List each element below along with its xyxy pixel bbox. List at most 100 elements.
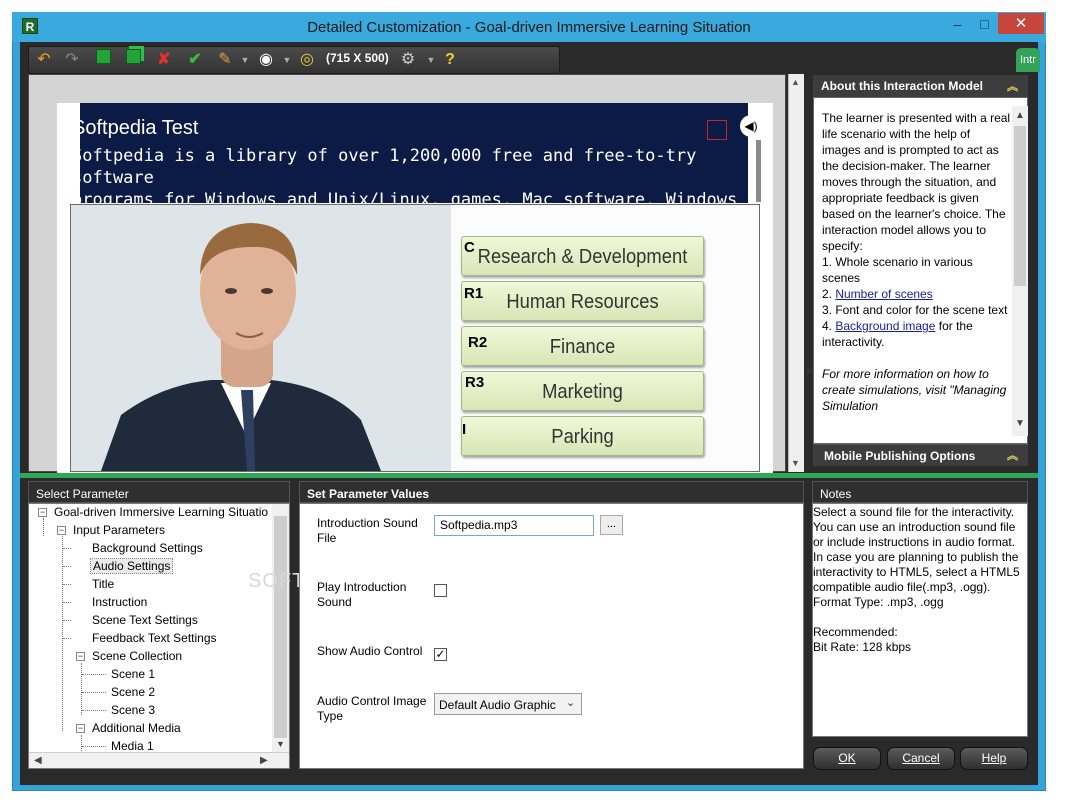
minimize-button[interactable]: – [944,14,971,34]
scene-photo [71,205,451,471]
tree-line [82,710,106,711]
tree-node-scene[interactable]: Scene 2 [111,685,155,699]
choice-tag: R1 [464,285,484,302]
settings-gear-icon[interactable]: ⚙ [397,49,419,71]
notes-recommended: Recommended: [813,625,898,639]
preview-scrollbar[interactable] [788,74,804,472]
play-intro-label: Play Introduction Sound [317,580,407,609]
scroll-down-icon[interactable]: ▼ [276,739,285,749]
about-panel-header[interactable]: About this Interaction Model [813,75,1028,97]
stage-dimensions: (715 X 500) [326,51,389,65]
number-of-scenes-link[interactable]: Number of scenes [835,287,932,301]
chevron-down-icon[interactable]: ⌄ [566,696,575,709]
scroll-right-icon[interactable]: ▶ [260,755,268,766]
cancel-button[interactable]: Cancel [887,747,955,770]
ok-button[interactable]: OK [813,747,881,770]
about-item: 3. Font and color for the scene text [822,303,1008,317]
collapse-node-icon[interactable]: − [76,652,85,661]
tree-node-scene-collection[interactable]: Scene Collection [92,649,182,663]
tree-line [63,566,71,567]
collapse-node-icon[interactable]: − [57,526,66,535]
tree-node-scene[interactable]: Scene 3 [111,703,155,717]
splitter-bar[interactable] [20,473,1038,478]
browse-button[interactable]: ... [600,515,623,535]
tree-line [81,663,82,715]
tree-node-title[interactable]: Title [92,577,114,591]
intro-side-tab[interactable]: Intr [1016,48,1040,72]
play-intro-checkbox[interactable] [434,584,447,597]
about-item-prefix: 2. [822,287,836,301]
close-button[interactable]: ✕ [998,13,1044,34]
spellcheck-icon[interactable]: ✔ [184,49,206,71]
tree-node-audio-settings[interactable]: Audio Settings [90,558,174,574]
collapse-up-icon[interactable]: ︽ [1007,447,1018,463]
choice-label: Marketing [542,381,623,403]
choice-parking[interactable]: Parking [461,416,704,456]
slide-text-scrollbar[interactable] [756,140,761,202]
preview-dropdown-icon[interactable]: ▼ [276,49,298,71]
redo-icon[interactable]: ↷ [61,49,83,71]
audio-image-type-select[interactable]: Default Audio Graphic [434,693,582,715]
show-audio-label: Show Audio Control [317,644,423,658]
set-parameter-values-header: Set Parameter Values [299,481,804,503]
scroll-down-icon[interactable]: ▼ [791,458,800,468]
help-icon[interactable]: ? [439,49,461,71]
about-scroll-thumb[interactable] [1014,126,1026,286]
scroll-up-icon[interactable]: ▲ [791,77,800,87]
palette-icon[interactable]: ✎ [214,49,236,71]
collapse-node-icon[interactable]: − [76,724,85,733]
about-scrollbar[interactable] [1012,106,1028,436]
intro-sound-label: Introduction Sound File [317,516,418,545]
delete-icon[interactable]: ✘ [153,49,175,71]
tree-vertical-scrollbar[interactable] [272,504,289,752]
scroll-left-icon[interactable]: ◀ [34,755,42,766]
choice-research-development[interactable]: Research & Development [461,236,704,276]
resize-target-icon[interactable]: ◎ [296,49,318,71]
background-image-link[interactable]: Background image [835,319,935,333]
speaker-icon[interactable]: ◀) [740,115,762,137]
show-audio-checkbox[interactable]: ✓ [434,648,447,661]
tree-line [63,638,71,639]
choice-label: Human Resources [506,291,659,313]
tree-node-background-settings[interactable]: Background Settings [92,541,203,555]
tree-line [82,674,106,675]
about-item: 4. Background image for the interactivit… [822,318,1012,350]
tree-line [82,692,106,693]
choice-human-resources[interactable]: Human Resources [461,281,704,321]
save-all-icon[interactable] [122,49,144,71]
notes-text: Select a sound file for the interactivit… [813,505,1027,655]
tree-node-feedback-text-settings[interactable]: Feedback Text Settings [92,631,217,645]
intro-sound-field[interactable]: Softpedia.mp3 [434,515,594,536]
tree-node-root[interactable]: Goal-driven Immersive Learning Situatio [54,505,268,519]
select-parameter-header: Select Parameter [28,481,290,503]
scroll-down-icon[interactable]: ▼ [1015,418,1025,429]
notes-header: Notes [812,481,1028,503]
tree-node-scene-text-settings[interactable]: Scene Text Settings [92,613,198,627]
palette-dropdown-icon[interactable]: ▼ [234,49,256,71]
mobile-publishing-header[interactable]: Mobile Publishing Options [813,444,1028,466]
choice-marketing[interactable]: Marketing [461,371,704,411]
scroll-up-icon[interactable]: ▲ [1015,110,1025,121]
collapse-node-icon[interactable]: − [38,508,47,517]
save-icon[interactable] [92,49,114,71]
slide-marker-box [707,120,727,140]
tree-node-input-parameters[interactable]: Input Parameters [73,523,165,537]
tree-node-media[interactable]: Media 1 [111,739,154,753]
about-more-info: For more information on how to create si… [822,367,1007,413]
tree-node-instruction[interactable]: Instruction [92,595,147,609]
collapse-up-icon[interactable]: ︽ [1007,78,1018,94]
help-button[interactable]: Help [960,747,1028,770]
tree-scroll-thumb[interactable] [274,516,287,738]
undo-icon[interactable]: ↶ [33,49,55,71]
tree-node-additional-media[interactable]: Additional Media [92,721,181,735]
tree-horizontal-scrollbar[interactable] [29,752,289,768]
preview-eye-icon[interactable]: ◉ [255,49,277,71]
tree-line [63,548,71,549]
tree-node-scene[interactable]: Scene 1 [111,667,155,681]
choice-tag: C [464,239,475,256]
about-item-prefix: 4. [822,319,836,333]
choice-finance[interactable]: Finance [461,326,704,366]
maximize-button[interactable]: □ [971,14,998,34]
notes-bitrate: Bit Rate: 128 kbps [813,640,912,654]
slide-title[interactable]: Softpedia Test [72,117,198,140]
